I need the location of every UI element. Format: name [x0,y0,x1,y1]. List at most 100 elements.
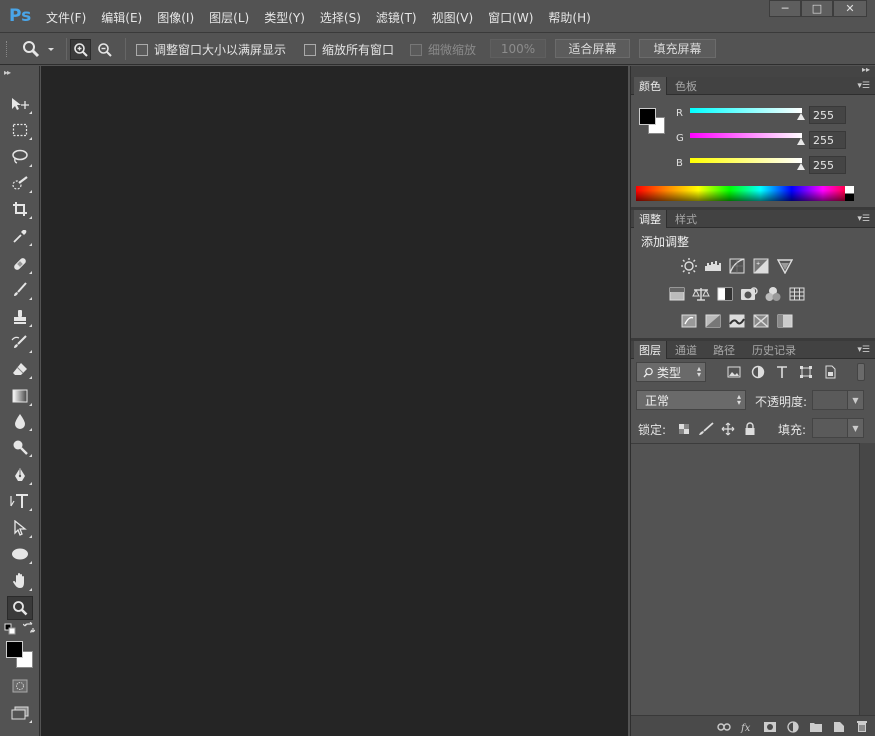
panel-menu-icon[interactable]: ▾☰ [857,81,870,91]
black-white-ramp[interactable] [845,186,854,201]
lock-all-icon[interactable] [742,421,758,437]
menu-select[interactable]: 选择(S) [320,9,361,26]
fit-screen-button[interactable]: 适合屏幕 [555,39,630,58]
type-filter-icon[interactable] [774,364,790,380]
add-mask-icon[interactable] [762,719,778,734]
panel-menu-icon[interactable]: ▾☰ [857,345,870,355]
zoom-all-windows-checkbox[interactable]: 缩放所有窗口 [304,41,394,58]
chevron-down-icon[interactable]: ▼ [847,391,863,409]
brightness-icon[interactable] [679,256,698,275]
shape-filter-icon[interactable] [798,364,814,380]
smart-object-filter-icon[interactable] [822,364,838,380]
layers-scrollbar[interactable] [859,443,875,715]
lock-position-icon[interactable] [720,421,736,437]
actual-pixels-button[interactable]: 100% [490,39,546,58]
new-adjustment-icon[interactable] [785,719,801,734]
blue-value-field[interactable]: 255 [809,156,846,174]
tab-channels[interactable]: 通道 [670,341,702,359]
red-slider-handle[interactable] [797,113,805,120]
new-group-icon[interactable] [808,719,824,734]
eraser-tool[interactable] [7,357,33,381]
blend-mode-select[interactable]: 正常 ▴ ▾ [636,390,746,410]
marquee-tool[interactable] [7,118,33,142]
color-spectrum-bar[interactable] [636,186,854,201]
screen-mode-button[interactable] [7,701,33,725]
menu-view[interactable]: 视图(V) [432,9,474,26]
document-canvas-area[interactable] [41,66,628,736]
hand-tool[interactable] [7,569,33,593]
color-foreground-swatch[interactable] [639,108,656,125]
channel-mixer-icon[interactable] [763,284,782,303]
quick-selection-tool[interactable] [7,171,33,195]
tab-swatches[interactable]: 色板 [670,77,702,95]
chevron-down-icon[interactable]: ▼ [847,419,863,437]
dodge-tool[interactable] [7,435,33,459]
green-value-field[interactable]: 255 [809,131,846,149]
history-brush-tool[interactable] [7,331,33,355]
color-lookup-icon[interactable] [787,284,806,303]
menu-type[interactable]: 类型(Y) [264,9,305,26]
gradient-tool[interactable] [7,384,33,408]
green-slider-handle[interactable] [797,138,805,145]
tool-preset-picker[interactable] [22,39,60,59]
blue-slider-track[interactable] [690,158,802,163]
panel-menu-icon[interactable]: ▾☰ [857,214,870,224]
type-tool[interactable] [7,489,33,513]
lock-transparent-icon[interactable] [676,421,692,437]
lasso-tool[interactable] [7,145,33,169]
vibrance-icon[interactable] [775,256,794,275]
curves-icon[interactable] [727,256,746,275]
opacity-field[interactable]: ▼ [812,390,864,410]
green-slider-track[interactable] [690,133,802,138]
brush-tool[interactable] [7,278,33,302]
menu-edit[interactable]: 编辑(E) [101,9,142,26]
menu-layer[interactable]: 图层(L) [209,9,249,26]
trash-icon[interactable] [854,719,870,734]
layers-list[interactable] [631,443,859,715]
exposure-icon[interactable]: + [751,256,770,275]
menu-image[interactable]: 图像(I) [157,9,194,26]
link-layers-icon[interactable] [716,719,732,734]
threshold-icon[interactable] [727,311,746,330]
filter-toggle-switch[interactable] [857,363,865,381]
options-grip[interactable] [6,41,9,57]
fill-screen-button[interactable]: 填充屏幕 [639,39,716,58]
posterize-icon[interactable] [703,311,722,330]
zoom-out-button[interactable] [94,39,115,60]
layer-filter-select[interactable]: 类型 ▴ ▾ [636,362,706,382]
menu-window[interactable]: 窗口(W) [488,9,533,26]
zoom-tool[interactable] [7,596,33,620]
levels-icon[interactable] [703,256,722,275]
menu-filter[interactable]: 滤镜(T) [376,9,417,26]
collapse-toolbar-button[interactable]: ▸▸ [4,68,11,77]
fill-field[interactable]: ▼ [812,418,864,438]
menu-help[interactable]: 帮助(H) [548,9,590,26]
blur-tool[interactable] [7,409,33,433]
zoom-in-button[interactable] [70,39,91,60]
menu-file[interactable]: 文件(F) [46,9,86,26]
photo-filter-icon[interactable] [739,284,758,303]
swap-colors-button[interactable] [22,621,36,634]
blue-slider-handle[interactable] [797,163,805,170]
resize-windows-checkbox[interactable]: 调整窗口大小以满屏显示 [136,41,286,58]
tab-paths[interactable]: 路径 [708,341,740,359]
default-colors-button[interactable] [4,623,16,635]
tab-styles[interactable]: 样式 [670,210,702,228]
color-balance-icon[interactable] [691,284,710,303]
clone-stamp-tool[interactable] [7,305,33,329]
image-filter-icon[interactable] [726,364,742,380]
gradient-map-icon[interactable] [751,311,770,330]
path-selection-tool[interactable] [7,516,33,540]
healing-brush-tool[interactable] [7,252,33,276]
restore-button[interactable]: □ [801,0,833,17]
foreground-color-swatch[interactable] [6,641,23,658]
move-tool[interactable] [7,92,33,116]
red-value-field[interactable]: 255 [809,106,846,124]
tab-color[interactable]: 颜色 [634,77,667,95]
close-button[interactable]: ✕ [833,0,867,17]
tab-history[interactable]: 历史记录 [747,341,801,359]
new-layer-icon[interactable] [831,719,847,734]
adjustment-filter-icon[interactable] [750,364,766,380]
pen-tool[interactable] [7,463,33,487]
eyedropper-tool[interactable] [7,224,33,248]
